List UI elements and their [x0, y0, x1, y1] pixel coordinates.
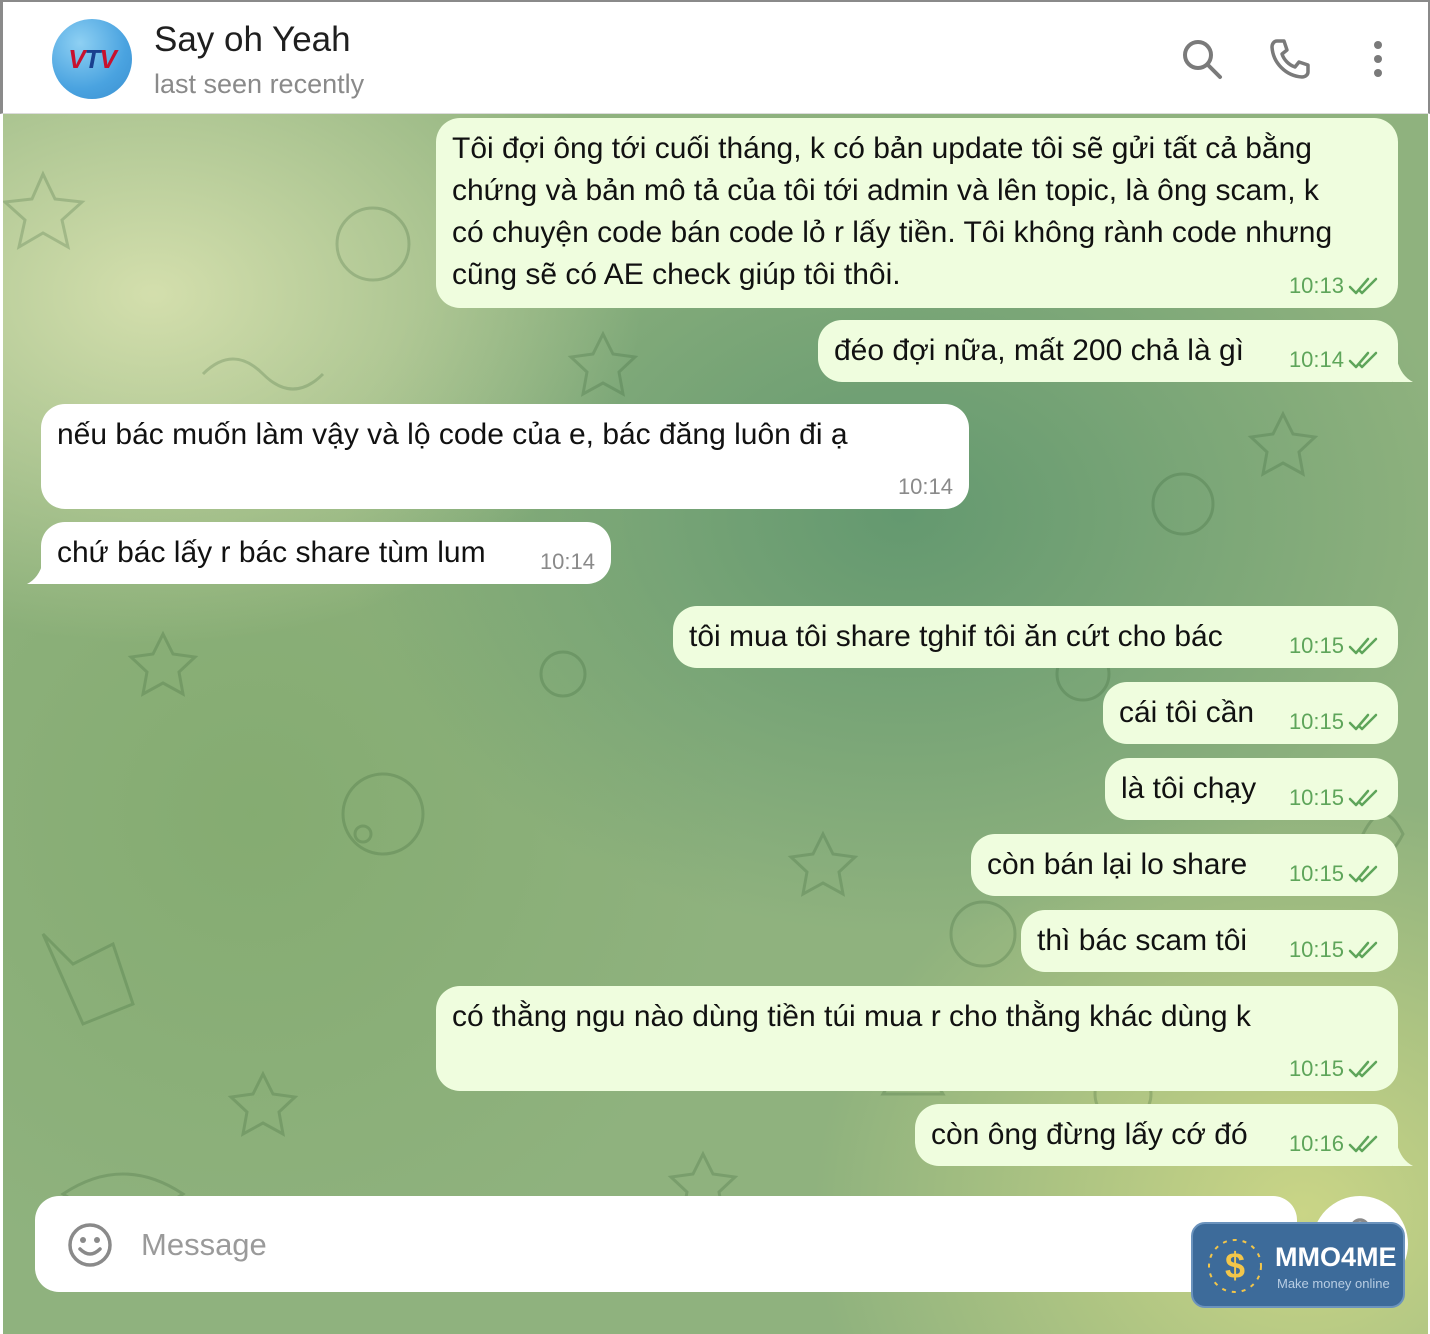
- watermark-subtitle: Make money online: [1277, 1276, 1390, 1291]
- search-icon: [1183, 40, 1222, 79]
- message-text-line: chứ bác lấy r bác share tùm lum: [57, 536, 486, 569]
- bubble-tail: [1393, 1144, 1413, 1166]
- message-outgoing[interactable]: cái tôi cần 10:15: [1103, 682, 1398, 744]
- emoji-icon[interactable]: [67, 1222, 113, 1268]
- dollar-logo-icon: $: [1208, 1239, 1262, 1293]
- message-outgoing[interactable]: là tôi chạy 10:15: [1105, 758, 1398, 820]
- message-incoming[interactable]: nếu bác muốn làm vậy và lộ code của e, b…: [41, 404, 969, 509]
- bubble-tail: [1393, 360, 1413, 382]
- message-meta: 10:14: [540, 550, 595, 574]
- message-input[interactable]: [139, 1224, 1243, 1266]
- message-time: 10:15: [1288, 633, 1344, 658]
- double-check-icon: [1348, 277, 1378, 295]
- more-button[interactable]: [1351, 32, 1405, 86]
- call-button[interactable]: [1263, 32, 1317, 86]
- message-outgoing[interactable]: đéo đợi nữa, mất 200 chả là gì 10:14: [818, 320, 1398, 382]
- message-time: 10:13: [1288, 273, 1344, 298]
- message-meta: 10:15: [1289, 786, 1382, 810]
- double-check-icon: [1348, 351, 1378, 369]
- message-time: 10:15: [1288, 709, 1344, 734]
- message-text-line: Tôi đợi ông tới cuối tháng, k có bản upd…: [452, 132, 1312, 165]
- message-time: 10:15: [1288, 785, 1344, 810]
- phone-icon: [1270, 39, 1310, 79]
- double-check-icon: [1348, 865, 1378, 883]
- message-text-line: có thằng ngu nào dùng tiền túi mua r cho…: [452, 1000, 1251, 1033]
- message-text-line: tôi mua tôi share tghif tôi ăn cứt cho b…: [689, 620, 1223, 653]
- message-time: 10:16: [1288, 1131, 1344, 1156]
- message-incoming[interactable]: chứ bác lấy r bác share tùm lum 10:14: [41, 522, 611, 584]
- double-check-icon: [1348, 1060, 1378, 1078]
- chat-title[interactable]: Say oh Yeah: [154, 20, 351, 60]
- message-meta: 10:15: [1289, 862, 1382, 886]
- double-check-icon: [1348, 637, 1378, 655]
- message-meta: 10:15: [1289, 1057, 1382, 1081]
- watermark-title: MMO4ME: [1275, 1242, 1397, 1272]
- message-time: 10:14: [1288, 347, 1344, 372]
- avatar[interactable]: VTV: [52, 19, 132, 99]
- bubble-tail: [27, 562, 47, 584]
- more-vertical-icon: [1374, 41, 1382, 77]
- message-composer: [35, 1196, 1297, 1292]
- chat-status: last seen recently: [154, 69, 365, 99]
- message-meta: 10:16: [1289, 1132, 1382, 1156]
- chat-header: VTV Say oh Yeah last seen recently: [0, 0, 1430, 114]
- search-button[interactable]: [1175, 32, 1229, 86]
- message-outgoing[interactable]: còn bán lại lo share 10:15: [971, 834, 1398, 896]
- message-outgoing[interactable]: Tôi đợi ông tới cuối tháng, k có bản upd…: [436, 118, 1398, 308]
- message-text-line: nếu bác muốn làm vậy và lộ code của e, b…: [57, 418, 848, 451]
- message-meta: 10:14: [1289, 348, 1382, 372]
- message-meta: 10:14: [898, 475, 953, 499]
- double-check-icon: [1348, 941, 1378, 959]
- message-time: 10:15: [1288, 861, 1344, 886]
- vtv-logo: VTV: [68, 43, 117, 74]
- message-meta: 10:15: [1289, 634, 1382, 658]
- message-time: 10:14: [897, 474, 953, 499]
- message-text-line: chứng và bản mô tả của tôi tới admin và …: [452, 174, 1319, 207]
- message-meta: 10:13: [1289, 274, 1382, 298]
- message-meta: 10:15: [1289, 710, 1382, 734]
- message-outgoing[interactable]: có thằng ngu nào dùng tiền túi mua r cho…: [436, 986, 1398, 1091]
- message-outgoing[interactable]: tôi mua tôi share tghif tôi ăn cứt cho b…: [673, 606, 1398, 668]
- message-meta: 10:15: [1289, 938, 1382, 962]
- double-check-icon: [1348, 789, 1378, 807]
- message-time: 10:14: [539, 549, 595, 574]
- message-time: 10:15: [1288, 937, 1344, 962]
- message-list[interactable]: Tôi đợi ông tới cuối tháng, k có bản upd…: [3, 114, 1428, 1334]
- double-check-icon: [1348, 1135, 1378, 1153]
- double-check-icon: [1348, 713, 1378, 731]
- message-text-line: có chuyện code bán code lỏ r lấy tiền. T…: [452, 216, 1333, 249]
- message-outgoing[interactable]: thì bác scam tôi 10:15: [1021, 910, 1398, 972]
- message-text-line: cũng sẽ có AE check giúp tôi thôi.: [452, 258, 901, 291]
- svg-text:$: $: [1225, 1245, 1245, 1286]
- message-time: 10:15: [1288, 1056, 1344, 1081]
- message-outgoing[interactable]: còn ông đừng lấy cớ đó 10:16: [915, 1104, 1398, 1166]
- watermark-badge: $ MMO4ME Make money online: [1191, 1222, 1405, 1308]
